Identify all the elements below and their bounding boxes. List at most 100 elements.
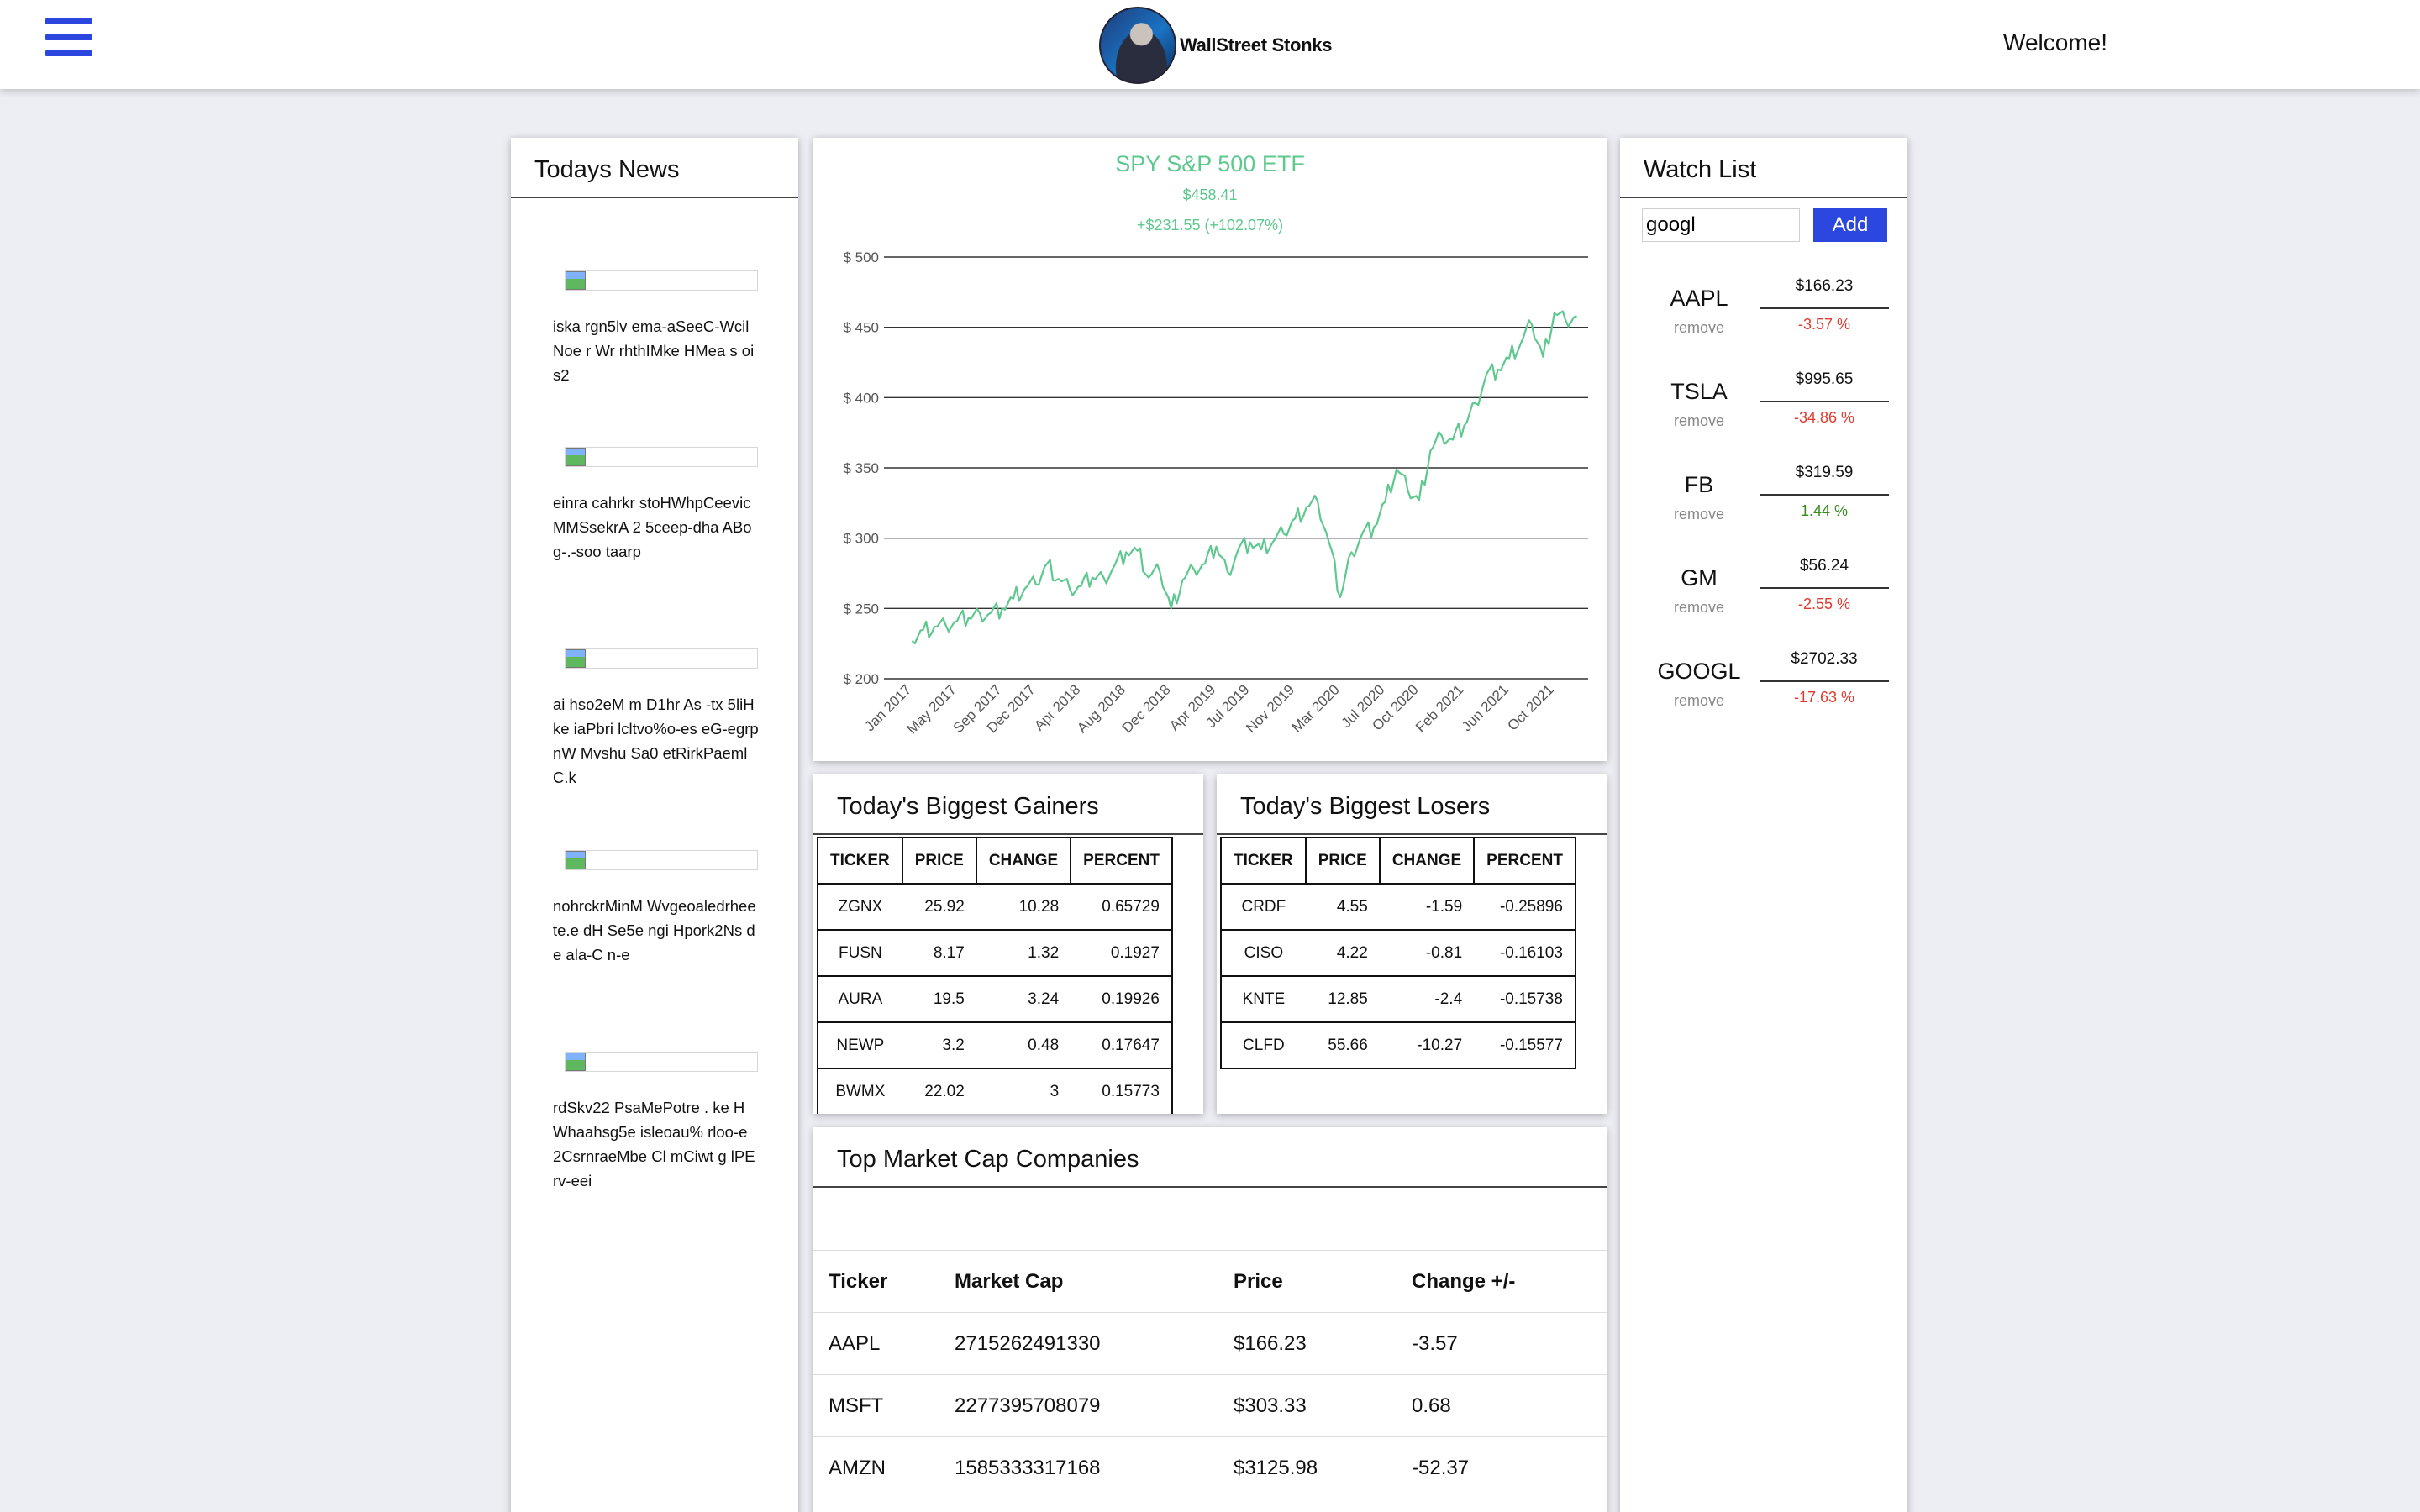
remove-link[interactable]: remove — [1650, 506, 1748, 523]
table-cell: 3 — [976, 1068, 1071, 1114]
table-cell: 25.92 — [902, 883, 976, 931]
table-header-row: Ticker Market Cap Price Change +/- — [813, 1250, 1607, 1313]
table-row[interactable]: NEWP 3.2 0.48 0.17647 — [818, 1021, 1172, 1069]
add-button[interactable]: Add — [1813, 208, 1887, 242]
menu-icon[interactable] — [45, 18, 92, 57]
news-title: Todays News — [511, 138, 798, 198]
watchlist-ticker[interactable]: GM — [1650, 565, 1748, 591]
table-row[interactable]: MSFT 2277395708079 $303.33 0.68 — [813, 1374, 1607, 1437]
column-header: TICKER — [1220, 837, 1307, 885]
losers-panel: Today's Biggest Losers TICKER PRICE CHANGE… — [1217, 774, 1607, 1114]
news-image[interactable] — [565, 447, 758, 467]
watchlist-ticker[interactable]: FB — [1650, 472, 1748, 498]
table-cell: -1.59 — [1379, 883, 1475, 931]
table-cell: -3.57 — [1412, 1312, 1607, 1375]
y-tick-label: $ 450 — [843, 320, 879, 336]
gainers-title: Today's Biggest Gainers — [813, 774, 1203, 835]
news-item[interactable]: ai hso2eM m D1hr As -tx 5liHke iaPbri lc… — [553, 648, 760, 790]
watchlist-ticker[interactable]: GOOGL — [1650, 659, 1748, 685]
news-headline[interactable]: rdSkv22 PsaMePotre . ke H Whaahsg5e isle… — [553, 1095, 760, 1193]
news-item[interactable]: nohrckrMinM Wvgeoaledrheete.e dH Se5e ng… — [553, 850, 760, 967]
losers-table: TICKER PRICE CHANGE PERCENT CRDF 4.55 -1.59 -0.… — [1220, 837, 1576, 1069]
table-cell: AAPL — [813, 1312, 955, 1375]
table-cell: 1.32 — [976, 929, 1071, 977]
watchlist-title: Watch List — [1620, 138, 1907, 198]
table-row[interactable]: BWMX 22.02 3 0.15773 — [818, 1068, 1172, 1114]
column-header: PERCENT — [1070, 837, 1173, 885]
table-cell: -52.37 — [1412, 1436, 1607, 1499]
watchlist-ticker[interactable]: AAPL — [1650, 286, 1748, 312]
spy-line-chart: $ 500$ 450$ 400$ 350$ 300$ 250$ 200Jan 2… — [843, 249, 1588, 738]
table-cell: -0.15738 — [1474, 975, 1576, 1023]
y-tick-label: $ 500 — [843, 249, 879, 265]
table-row[interactable]: CISO 4.22 -0.81 -0.16103 — [1221, 929, 1576, 977]
remove-link[interactable]: remove — [1650, 599, 1748, 617]
watchlist-percent: 1.44 % — [1800, 502, 1849, 519]
watchlist-percent: -3.57 % — [1797, 316, 1851, 333]
table-cell: 0.48 — [976, 1021, 1071, 1069]
news-image[interactable] — [565, 1052, 758, 1072]
table-cell: CISO — [1221, 929, 1306, 977]
remove-link[interactable]: remove — [1650, 412, 1748, 430]
x-tick-label: Nov 2019 — [1243, 681, 1297, 736]
x-tick-label: Aug 2018 — [1074, 681, 1128, 736]
news-image[interactable] — [565, 270, 758, 291]
news-headline[interactable]: nohrckrMinM Wvgeoaledrheete.e dH Se5e ng… — [553, 894, 760, 967]
column-header: CHANGE — [1378, 837, 1476, 885]
remove-link[interactable]: remove — [1650, 692, 1748, 710]
watchlist-percent: -34.86 % — [1793, 409, 1855, 426]
watchlist-percent: -2.55 % — [1797, 596, 1851, 612]
table-row[interactable]: AAPL 2715262491330 $166.23 -3.57 — [813, 1312, 1607, 1375]
table-cell: MSFT — [813, 1374, 955, 1437]
column-header: PRICE — [901, 837, 977, 885]
column-header: Market Cap — [955, 1250, 1234, 1313]
table-row[interactable]: CRDF 4.55 -1.59 -0.25896 — [1221, 883, 1576, 931]
watchlist-price: $319.59 — [1760, 464, 1889, 496]
news-headline[interactable]: einra cahrkr stoHWhpCeevicMMSsekrA 2 5ce… — [553, 491, 760, 564]
watchlist-ticker[interactable]: TSLA — [1650, 379, 1748, 405]
table-cell: ZGNX — [818, 883, 902, 931]
column-header: PRICE — [1304, 837, 1381, 885]
news-image[interactable] — [565, 850, 758, 870]
table-row[interactable]: CLFD 55.66 -10.27 -0.15577 — [1221, 1021, 1576, 1069]
table-cell: 1585333317168 — [955, 1436, 1234, 1499]
table-row[interactable]: AURA 19.5 3.24 0.19926 — [818, 975, 1172, 1023]
table-row[interactable]: FUSN 8.17 1.32 0.1927 — [818, 929, 1172, 977]
table-cell: 4.55 — [1305, 883, 1380, 931]
column-header: TICKER — [817, 837, 903, 885]
news-item[interactable]: iska rgn5lv ema-aSeeC-WcilNoe r Wr rhthI… — [553, 270, 760, 387]
table-row[interactable]: KNTE 12.85 -2.4 -0.15738 — [1221, 975, 1576, 1023]
x-tick-label: Oct 2021 — [1504, 681, 1556, 733]
table-cell: CLFD — [1221, 1021, 1306, 1069]
remove-link[interactable]: remove — [1650, 319, 1748, 337]
table-cell: 10.28 — [976, 883, 1071, 931]
x-tick-label: Dec 2018 — [1119, 681, 1174, 736]
table-cell: BWMX — [818, 1068, 902, 1114]
news-image[interactable] — [565, 648, 758, 669]
watchlist-item: GOOGL remove $2702.33 -17.63 % — [1620, 650, 1907, 743]
news-item[interactable]: rdSkv22 PsaMePotre . ke H Whaahsg5e isle… — [553, 1052, 760, 1193]
watchlist-percent: -17.63 % — [1793, 689, 1855, 706]
table-cell: 12.85 — [1305, 975, 1380, 1023]
table-cell: 0.65729 — [1071, 883, 1172, 931]
column-header: PERCENT — [1473, 837, 1576, 885]
y-tick-label: $ 350 — [843, 460, 879, 476]
x-tick-label: May 2017 — [904, 681, 960, 737]
news-headline[interactable]: ai hso2eM m D1hr As -tx 5liHke iaPbri lc… — [553, 692, 760, 790]
ticker-input[interactable] — [1642, 208, 1800, 242]
y-tick-label: $ 300 — [843, 531, 879, 547]
table-row[interactable]: ZGNX 25.92 10.28 0.65729 — [818, 883, 1172, 931]
brand[interactable]: WallStreet Stonks — [1099, 7, 1332, 84]
table-cell: 0.1927 — [1071, 929, 1172, 977]
news-item[interactable]: einra cahrkr stoHWhpCeevicMMSsekrA 2 5ce… — [553, 447, 760, 564]
watchlist-price: $166.23 — [1760, 277, 1889, 309]
table-cell: NEWP — [818, 1021, 902, 1069]
news-headline[interactable]: iska rgn5lv ema-aSeeC-WcilNoe r Wr rhthI… — [553, 314, 760, 387]
table-row[interactable]: AMZN 1585333317168 $3125.98 -52.37 — [813, 1436, 1607, 1499]
y-tick-label: $ 250 — [843, 601, 879, 617]
table-cell: FUSN — [818, 929, 902, 977]
top-bar: WallStreet Stonks Welcome! — [0, 0, 2420, 89]
spy-chart-card: SPY S&P 500 ETF $458.41 +$231.55 (+102.0… — [813, 138, 1607, 761]
table-cell: 3.24 — [976, 975, 1071, 1023]
x-tick-label: Feb 2021 — [1413, 681, 1466, 735]
